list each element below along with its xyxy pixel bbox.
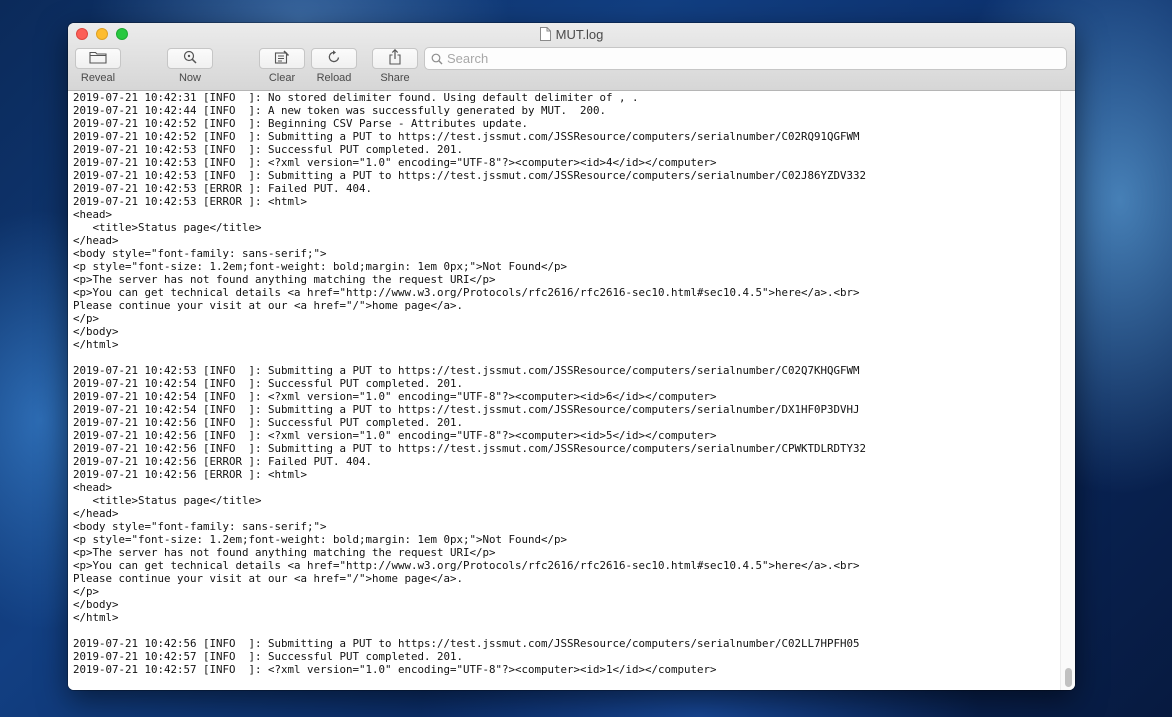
log-line: <body style="font-family: sans-serif;"> — [73, 520, 327, 533]
document-icon — [539, 27, 551, 45]
reload-icon — [327, 49, 341, 68]
reload-label: Reload — [316, 72, 352, 84]
log-line: 2019-07-21 10:42:57 [INFO ]: <?xml versi… — [73, 663, 717, 676]
search-input[interactable] — [447, 51, 1047, 66]
search-icon — [431, 53, 443, 65]
log-line: </html> — [73, 611, 119, 624]
search-field[interactable] — [424, 47, 1067, 70]
log-line: <p>The server has not found anything mat… — [73, 546, 496, 559]
log-line: 2019-07-21 10:42:56 [INFO ]: <?xml versi… — [73, 429, 717, 442]
log-line: <head> — [73, 208, 113, 221]
log-line: 2019-07-21 10:42:54 [INFO ]: Successful … — [73, 377, 464, 390]
log-line: <p>You can get technical details <a href… — [73, 286, 860, 299]
folder-icon — [89, 49, 107, 68]
log-line: <title>Status page</title> — [73, 494, 262, 507]
log-line: 2019-07-21 10:42:54 [INFO ]: Submitting … — [73, 403, 860, 416]
log-line: <p>The server has not found anything mat… — [73, 273, 496, 286]
log-line: Please continue your visit at our <a hre… — [73, 572, 464, 585]
log-line: 2019-07-21 10:42:56 [INFO ]: Submitting … — [73, 637, 860, 650]
vertical-scrollbar[interactable] — [1060, 91, 1075, 690]
log-line: 2019-07-21 10:42:52 [INFO ]: Beginning C… — [73, 117, 529, 130]
toolbar: MUT.log Reveal Now Clear Reload Share Se… — [68, 23, 1075, 91]
log-line: </head> — [73, 234, 119, 247]
clear-icon — [274, 49, 290, 68]
magnifier-icon — [183, 49, 197, 68]
console-window: MUT.log Reveal Now Clear Reload Share Se… — [68, 23, 1075, 690]
log-line: Please continue your visit at our <a hre… — [73, 299, 464, 312]
now-label: Now — [178, 72, 201, 84]
clear-button[interactable] — [259, 48, 305, 69]
log-line: 2019-07-21 10:42:53 [INFO ]: <?xml versi… — [73, 156, 717, 169]
share-label: Share — [380, 72, 410, 84]
log-line: 2019-07-21 10:42:44 [INFO ]: A new token… — [73, 104, 607, 117]
reload-button[interactable] — [311, 48, 357, 69]
log-line: 2019-07-21 10:42:56 [INFO ]: Submitting … — [73, 442, 867, 455]
now-button[interactable] — [167, 48, 213, 69]
log-line: <p style="font-size: 1.2em;font-weight: … — [73, 533, 568, 546]
log-line: </p> — [73, 585, 100, 598]
log-line: <p style="font-size: 1.2em;font-weight: … — [73, 260, 568, 273]
log-line: <p>You can get technical details <a href… — [73, 559, 860, 572]
log-line: </html> — [73, 338, 119, 351]
reveal-button[interactable] — [75, 48, 121, 69]
window-title: MUT.log — [555, 27, 604, 42]
log-line: 2019-07-21 10:42:57 [INFO ]: Successful … — [73, 650, 464, 663]
log-line: 2019-07-21 10:42:53 [INFO ]: Successful … — [73, 143, 464, 156]
log-line: <head> — [73, 481, 113, 494]
log-line: 2019-07-21 10:42:54 [INFO ]: <?xml versi… — [73, 390, 717, 403]
log-line: </p> — [73, 312, 100, 325]
window-title-bar: MUT.log — [68, 26, 1075, 43]
log-line: <title>Status page</title> — [73, 221, 262, 234]
reveal-label: Reveal — [80, 72, 116, 84]
log-line: 2019-07-21 10:42:56 [ERROR ]: <html> — [73, 468, 308, 481]
scrollbar-thumb[interactable] — [1065, 668, 1072, 687]
log-line: 2019-07-21 10:42:53 [ERROR ]: <html> — [73, 195, 308, 208]
log-line: 2019-07-21 10:42:31 [INFO ]: No stored d… — [73, 91, 639, 104]
log-line: 2019-07-21 10:42:53 [INFO ]: Submitting … — [73, 364, 860, 377]
share-icon — [388, 48, 402, 69]
log-line: 2019-07-21 10:42:52 [INFO ]: Submitting … — [73, 130, 860, 143]
log-text-view[interactable]: 2019-07-21 10:42:31 [INFO ]: No stored d… — [68, 91, 1060, 690]
share-button[interactable] — [372, 48, 418, 69]
log-line: 2019-07-21 10:42:56 [ERROR ]: Failed PUT… — [73, 455, 373, 468]
clear-label: Clear — [268, 72, 296, 84]
log-line: 2019-07-21 10:42:53 [ERROR ]: Failed PUT… — [73, 182, 373, 195]
log-line: 2019-07-21 10:42:56 [INFO ]: Successful … — [73, 416, 464, 429]
log-line: </head> — [73, 507, 119, 520]
log-line: <body style="font-family: sans-serif;"> — [73, 247, 327, 260]
log-line: </body> — [73, 325, 119, 338]
log-line: </body> — [73, 598, 119, 611]
log-line: 2019-07-21 10:42:53 [INFO ]: Submitting … — [73, 169, 867, 182]
